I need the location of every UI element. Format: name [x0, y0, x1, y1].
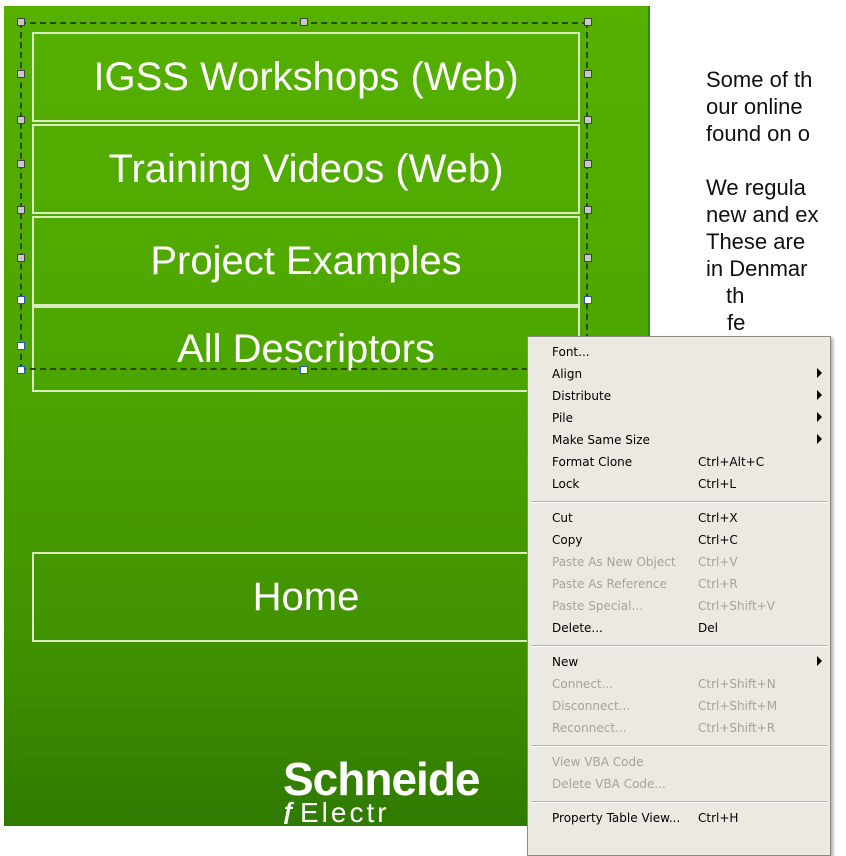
menu-item-property-table-view[interactable]: Property Table View... Ctrl+H	[528, 807, 830, 829]
selection-handle[interactable]	[584, 206, 592, 214]
selection-box	[20, 22, 588, 370]
menu-item-pile[interactable]: Pile	[528, 407, 830, 429]
menu-item-distribute[interactable]: Distribute	[528, 385, 830, 407]
menu-item-view-vba-code[interactable]: View VBA Code	[528, 751, 830, 773]
menu-item-reconnect[interactable]: Reconnect... Ctrl+Shift+R	[528, 717, 830, 739]
selection-handle[interactable]	[17, 70, 25, 78]
body-text-line: found on o	[706, 121, 810, 146]
menu-item-delete-vba-code[interactable]: Delete VBA Code...	[528, 773, 830, 795]
menu-item-format-clone[interactable]: Format Clone Ctrl+Alt+C	[528, 451, 830, 473]
body-text-line: These are	[706, 229, 806, 254]
selection-handle[interactable]	[17, 342, 25, 350]
menu-item-make-same-size[interactable]: Make Same Size	[528, 429, 830, 451]
selection-handle[interactable]	[584, 70, 592, 78]
menu-separator	[531, 801, 827, 803]
body-text-line: Some of th	[706, 67, 813, 92]
body-text-line: new and ex	[706, 202, 819, 227]
selection-handle[interactable]	[584, 254, 592, 262]
menu-item-connect[interactable]: Connect... Ctrl+Shift+N	[528, 673, 830, 695]
selection-handle[interactable]	[17, 160, 25, 168]
menu-separator	[531, 745, 827, 747]
submenu-arrow-icon	[817, 434, 822, 444]
menu-item-cut[interactable]: Cut Ctrl+X	[528, 507, 830, 529]
selection-handle[interactable]	[584, 160, 592, 168]
home-button[interactable]: Home	[32, 552, 580, 642]
selection-handle[interactable]	[17, 366, 25, 374]
menu-item-paste-special[interactable]: Paste Special... Ctrl+Shift+V	[528, 595, 830, 617]
selection-handle[interactable]	[17, 254, 25, 262]
menu-item-font[interactable]: Font...	[528, 341, 830, 363]
schneider-logo-icon: ƒ	[282, 798, 296, 825]
body-text-line: in Denmar	[706, 256, 808, 281]
selection-handle[interactable]	[17, 296, 25, 304]
body-text-line: fe	[727, 310, 746, 335]
submenu-arrow-icon	[817, 390, 822, 400]
selection-handle[interactable]	[300, 18, 308, 26]
electric-logo-text: Electr	[300, 797, 390, 828]
selection-handle[interactable]	[17, 116, 25, 124]
submenu-arrow-icon	[817, 656, 822, 666]
selection-handle[interactable]	[17, 18, 25, 26]
body-text-line: We regula	[706, 175, 806, 200]
selection-handle[interactable]	[584, 116, 592, 124]
menu-separator	[531, 645, 827, 647]
submenu-arrow-icon	[817, 412, 822, 422]
selection-handle[interactable]	[17, 206, 25, 214]
menu-item-copy[interactable]: Copy Ctrl+C	[528, 529, 830, 551]
menu-separator	[531, 501, 827, 503]
submenu-arrow-icon	[817, 368, 822, 378]
menu-item-delete[interactable]: Delete... Del	[528, 617, 830, 639]
menu-item-lock[interactable]: Lock Ctrl+L	[528, 473, 830, 495]
selection-handle[interactable]	[584, 296, 592, 304]
menu-item-paste-as-reference[interactable]: Paste As Reference Ctrl+R	[528, 573, 830, 595]
menu-item-align[interactable]: Align	[528, 363, 830, 385]
body-text-line: th	[726, 283, 745, 308]
selection-handle[interactable]	[584, 18, 592, 26]
menu-item-disconnect[interactable]: Disconnect... Ctrl+Shift+M	[528, 695, 830, 717]
menu-item-paste-as-new-object[interactable]: Paste As New Object Ctrl+V	[528, 551, 830, 573]
context-menu: Font... Align Distribute Pile Make Same …	[527, 336, 831, 856]
menu-item-new[interactable]: New	[528, 651, 830, 673]
body-text-line: our online	[706, 94, 803, 119]
selection-handle[interactable]	[300, 366, 308, 374]
home-label: Home	[252, 574, 360, 619]
